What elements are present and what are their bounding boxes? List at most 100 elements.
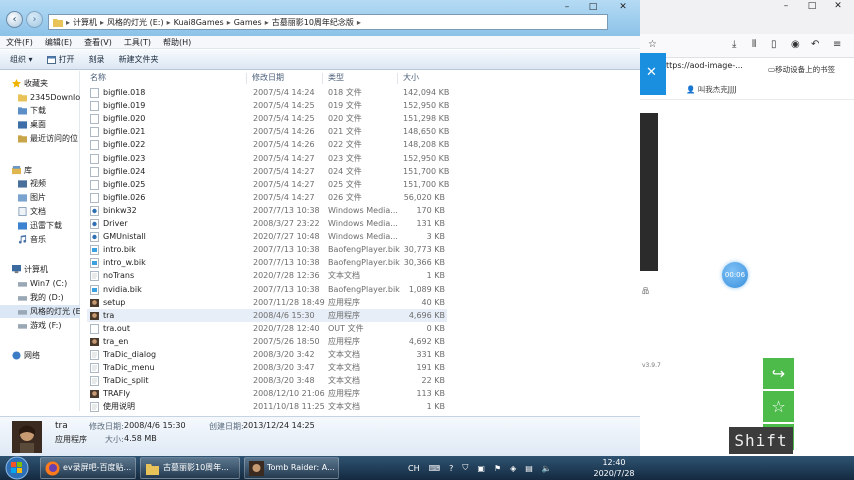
file-row[interactable]: bigfile.025 2007/5/4 14:27 025 文件 151,700 K… bbox=[87, 178, 449, 191]
sidebar-libraries[interactable]: 库 bbox=[12, 164, 32, 177]
tray-app-icon[interactable]: ▣ bbox=[477, 464, 485, 473]
sidebar-item-drive-e[interactable]: 风格的灯光 (E bbox=[0, 305, 80, 318]
file-row[interactable]: tra.out 2020/7/28 12:40 OUT 文件 0 KB bbox=[87, 322, 447, 335]
share-button[interactable]: ↪ bbox=[763, 358, 794, 389]
download-icon[interactable]: ⤓ bbox=[732, 39, 736, 50]
favorite-button[interactable]: ☆ bbox=[763, 391, 794, 422]
file-row[interactable]: nvidia.bik 2007/7/13 10:38 BaofengPlayer.b… bbox=[87, 283, 447, 296]
breadcrumb-1[interactable]: 风格的灯光 (E:) bbox=[107, 17, 164, 28]
file-row[interactable]: bigfile.023 2007/5/4 14:27 023 文件 152,950 K… bbox=[87, 152, 449, 165]
help-icon[interactable]: ? bbox=[449, 464, 453, 473]
file-row[interactable]: TraDic_dialog 2008/3/20 3:42 文本文档 331 KB bbox=[87, 348, 447, 361]
sidebar-item-documents[interactable]: 文档 bbox=[18, 205, 46, 218]
file-row[interactable]: bigfile.018 2007/5/4 14:24 018 文件 142,094 K… bbox=[87, 86, 449, 99]
flag-icon[interactable]: ⚑ bbox=[494, 464, 501, 473]
menu-help[interactable]: 帮助(H) bbox=[163, 37, 191, 48]
maximize-button[interactable]: □ bbox=[580, 0, 606, 14]
back-button[interactable]: ‹ bbox=[6, 11, 23, 28]
taskbar-item-tomb-raider[interactable]: Tomb Raider: A... bbox=[244, 457, 339, 479]
file-row[interactable]: 使用说明 2011/10/18 11:25 文本文档 1 KB bbox=[87, 400, 447, 413]
taskbar-item-firefox[interactable]: ev录屏吧-百度贴... bbox=[40, 457, 136, 479]
breadcrumb-3[interactable]: Games bbox=[234, 18, 262, 27]
minimize-button[interactable]: – bbox=[554, 0, 580, 14]
file-row[interactable]: intro.bik 2007/7/13 10:38 BaofengPlayer.bi… bbox=[87, 243, 447, 256]
menu-tools[interactable]: 工具(T) bbox=[124, 37, 151, 48]
file-row[interactable]: TraDic_split 2008/3/20 3:48 文本文档 22 KB bbox=[87, 374, 447, 387]
browser-close-button[interactable]: ✕ bbox=[826, 0, 850, 12]
file-row[interactable]: bigfile.020 2007/5/4 14:25 020 文件 151,298 K… bbox=[87, 112, 449, 125]
file-row[interactable]: bigfile.021 2007/5/4 14:26 021 文件 148,650 K… bbox=[87, 125, 449, 138]
column-header-type[interactable]: 类型 bbox=[328, 71, 344, 85]
recording-timer[interactable]: 00:06 bbox=[722, 262, 748, 288]
menu-icon[interactable]: ≡ bbox=[833, 39, 841, 50]
sidebar-network[interactable]: 网络 bbox=[12, 349, 40, 362]
file-row[interactable]: Driver 2008/3/27 23:22 Windows Media... 131… bbox=[87, 217, 447, 230]
sidebar-computer[interactable]: 计算机 bbox=[12, 263, 48, 276]
file-row[interactable]: noTrans 2020/7/28 12:36 文本文档 1 KB bbox=[87, 269, 447, 282]
sidebar-item-desktop[interactable]: 桌面 bbox=[18, 118, 46, 131]
menu-view[interactable]: 查看(V) bbox=[84, 37, 112, 48]
sidebar-item-recent[interactable]: 最近访问的位 bbox=[18, 132, 78, 145]
panel-close-button[interactable]: ✕ bbox=[640, 53, 666, 95]
network-icon[interactable]: ▤ bbox=[525, 464, 533, 473]
breadcrumb-2[interactable]: Kuai8Games bbox=[174, 18, 224, 27]
sidebar-item-drive-f[interactable]: 游戏 (F:) bbox=[18, 319, 61, 332]
file-row[interactable]: GMUnistall 2020/7/27 10:48 Windows Media..… bbox=[87, 230, 447, 243]
close-button[interactable]: ✕ bbox=[606, 0, 640, 14]
file-row[interactable]: tra_en 2007/5/26 18:50 应用程序 4,692 KB bbox=[87, 335, 447, 348]
file-row[interactable]: bigfile.024 2007/5/4 14:27 024 文件 151,700 K… bbox=[87, 165, 449, 178]
account-icon[interactable]: ◉ bbox=[791, 39, 800, 50]
column-header-name[interactable]: 名称 bbox=[90, 71, 106, 85]
browser-titlebar: – □ ✕ bbox=[640, 0, 854, 34]
breadcrumb-0[interactable]: 计算机 bbox=[73, 17, 97, 28]
column-header-date[interactable]: 修改日期 bbox=[252, 71, 284, 85]
sidebar-item-videos[interactable]: 视频 bbox=[18, 177, 46, 190]
bookmark-star-icon[interactable]: ☆ bbox=[648, 39, 657, 50]
shield-icon[interactable]: ⛉ bbox=[462, 463, 468, 473]
library-icon[interactable]: ⫴ bbox=[752, 39, 756, 50]
undo-icon[interactable]: ↶ bbox=[811, 39, 819, 50]
file-row[interactable]: tra 2008/4/6 15:30 应用程序 4,696 KB bbox=[87, 308, 447, 322]
organize-button[interactable]: 组织 ▾ bbox=[10, 54, 33, 65]
file-row[interactable]: intro_w.bik 2007/7/13 10:38 BaofengPlayer.… bbox=[87, 256, 447, 269]
file-row[interactable]: bigfile.022 2007/5/4 14:26 022 文件 148,208 K… bbox=[87, 138, 449, 151]
column-header-size[interactable]: 大小 bbox=[403, 71, 419, 85]
file-row[interactable]: bigfile.019 2007/5/4 14:25 019 文件 152,950 K… bbox=[87, 99, 449, 112]
browser-minimize-button[interactable]: – bbox=[774, 0, 798, 12]
sidebar-item-thunder-downloads[interactable]: 迅雷下载 bbox=[18, 219, 62, 232]
forward-button[interactable]: › bbox=[26, 11, 43, 28]
sidebar-item-drive-c[interactable]: Win7 (C:) bbox=[18, 277, 67, 290]
sidebar-item-pictures[interactable]: 图片 bbox=[18, 191, 46, 204]
sidebar-item-music[interactable]: 音乐 bbox=[18, 233, 46, 246]
browser-maximize-button[interactable]: □ bbox=[800, 0, 824, 12]
sidebar-item-2345downlo[interactable]: 2345Downlo bbox=[18, 91, 80, 104]
keyboard-icon[interactable]: ⌨ bbox=[429, 464, 441, 473]
file-name: noTrans bbox=[103, 271, 135, 281]
volume-icon[interactable]: 🔈 bbox=[542, 464, 552, 473]
file-row[interactable]: binkw32 2007/7/13 10:38 Windows Media... 17… bbox=[87, 204, 447, 217]
security-icon[interactable]: ◈ bbox=[510, 464, 516, 473]
sidebar-icon[interactable]: ▯ bbox=[771, 39, 777, 50]
media-file-icon bbox=[90, 206, 99, 216]
file-row[interactable]: setup 2007/11/28 18:49 应用程序 40 KB bbox=[87, 296, 447, 309]
open-button[interactable]: 打开 bbox=[46, 54, 75, 65]
menu-file[interactable]: 文件(F) bbox=[6, 37, 33, 48]
mobile-bookmarks-link[interactable]: ▭移动设备上的书签 bbox=[768, 64, 835, 75]
new-folder-button[interactable]: 新建文件夹 bbox=[119, 54, 159, 65]
start-button[interactable] bbox=[3, 456, 31, 480]
file-row[interactable]: TRAFly 2008/12/10 21:06 应用程序 113 KB bbox=[87, 387, 447, 400]
file-row[interactable]: bigfile.026 2007/5/4 14:27 026 文件 56,020 KB bbox=[87, 191, 447, 204]
menu-edit[interactable]: 编辑(E) bbox=[45, 37, 72, 48]
address-bar[interactable]: ▸ 计算机 ▸ 风格的灯光 (E:) ▸ Kuai8Games ▸ Games … bbox=[48, 14, 608, 30]
user-link[interactable]: 👤 叫我杰克JJJJ bbox=[686, 84, 737, 95]
sidebar-item-downloads[interactable]: 下载 bbox=[18, 104, 46, 117]
file-row[interactable]: TraDic_menu 2008/3/20 3:47 文本文档 191 KB bbox=[87, 361, 447, 374]
breadcrumb-4[interactable]: 古墓丽影10周年纪念版 bbox=[272, 17, 354, 28]
sidebar-favorites[interactable]: 收藏夹 bbox=[12, 77, 48, 90]
taskbar-item-explorer[interactable]: 古墓丽影10周年... bbox=[140, 457, 240, 479]
sidebar-item-drive-d[interactable]: 我的 (D:) bbox=[18, 291, 64, 304]
file-type: 019 文件 bbox=[328, 101, 362, 111]
burn-button[interactable]: 刻录 bbox=[89, 54, 105, 65]
clock[interactable]: 12:40 2020/7/28 bbox=[586, 457, 642, 479]
ime-indicator[interactable]: CH bbox=[408, 464, 420, 473]
